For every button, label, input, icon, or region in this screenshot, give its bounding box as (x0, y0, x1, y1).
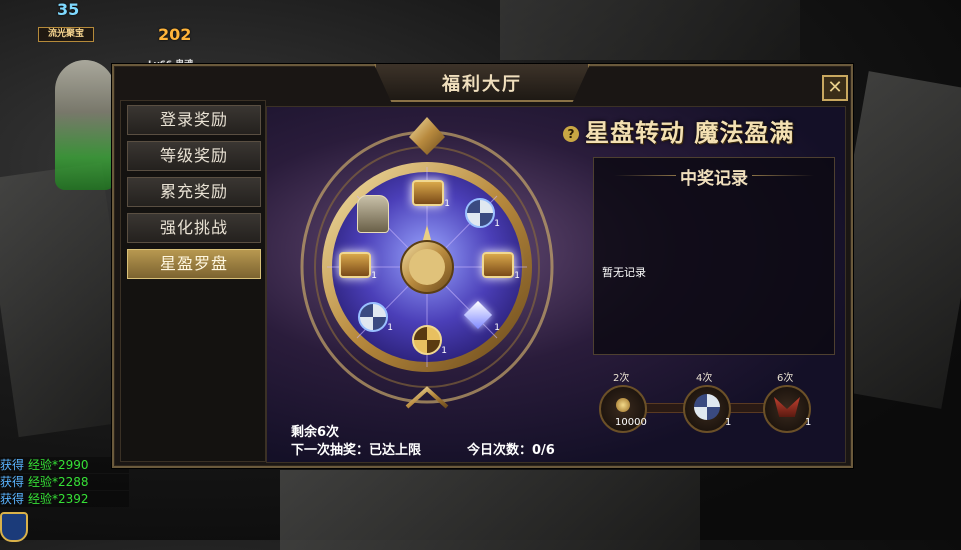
shuriken-icon (465, 198, 495, 228)
chat-line: 获得 经验*2288 (0, 474, 129, 490)
player-character[interactable] (55, 60, 115, 190)
chat-text: 经验*2990 (28, 458, 89, 472)
panel-title: 福利大厅 (442, 74, 522, 95)
wings-icon (774, 397, 800, 417)
sidebar-item-star-compass[interactable]: 星盈罗盘 (127, 249, 261, 279)
treasure-chest-icon (482, 252, 514, 278)
wheel-slot[interactable]: 1 (482, 247, 520, 281)
panel-titlebar: 福利大厅 (374, 64, 590, 102)
milestone-reward-3[interactable] (763, 385, 811, 433)
background-rock (280, 470, 700, 550)
milestone-label: 2次 (613, 373, 630, 384)
sidebar-item-enhance-challenge[interactable]: 强化挑战 (127, 213, 261, 243)
close-button[interactable]: ✕ (822, 75, 848, 101)
slogan-title: 星盘转动 魔法盈满 (585, 118, 795, 147)
hud-level-number: 35 (57, 0, 80, 19)
help-icon[interactable]: ? (563, 126, 579, 142)
coin-icon (616, 398, 630, 412)
guild-tag: 流光聚宝 (38, 27, 94, 42)
sidebar-item-level-reward[interactable]: 等级奖励 (127, 141, 261, 171)
slot-count: 1 (514, 271, 520, 281)
sidebar-item-login-reward[interactable]: 登录奖励 (127, 105, 261, 135)
shuriken-icon (358, 302, 388, 332)
today-draw-count: 今日次数：0/6 (467, 443, 555, 458)
wheel-slot[interactable]: 1 (412, 175, 450, 209)
compass-wheel-graphic (300, 117, 554, 409)
milestone-label: 4次 (696, 373, 713, 384)
background-rock (500, 0, 800, 60)
win-record-empty: 暂无记录 (602, 266, 646, 279)
slot-count: 1 (387, 323, 393, 333)
chat-text: 经验*2288 (28, 475, 89, 489)
next-draw-status: 下一次抽奖：已达上限 (291, 443, 422, 458)
treasure-chest-icon (412, 180, 444, 206)
wheel-slot[interactable] (355, 193, 391, 233)
slot-count: 1 (494, 323, 500, 333)
shuriken-icon (412, 325, 442, 355)
milestone-count: 10000 (615, 417, 647, 428)
milestone-rewards: 2次 10000 4次 1 6次 1 (597, 365, 837, 445)
star-compass-content: ? 星盘转动 魔法盈满 1 1 1 1 1 1 1 中奖记录 暂无记录 2次 1… (266, 106, 846, 463)
milestone-label: 6次 (777, 373, 794, 384)
slot-count: 1 (441, 346, 447, 356)
win-record-box: 中奖记录 暂无记录 (593, 157, 835, 355)
milestone-count: 1 (725, 417, 732, 428)
armor-icon (357, 195, 389, 233)
milestone-reward-2[interactable] (683, 385, 731, 433)
win-record-title: 中奖记录 (680, 169, 748, 189)
chat-line: 获得 经验*2392 (0, 491, 129, 507)
chat-prefix: 获得 (0, 492, 25, 506)
sidebar-menu: 登录奖励 等级奖励 累充奖励 强化挑战 星盈罗盘 (120, 100, 266, 462)
chat-prefix: 获得 (0, 475, 25, 489)
chat-text: 经验*2392 (28, 492, 89, 506)
slot-count: 1 (371, 271, 377, 281)
wheel-slot[interactable]: 1 (339, 247, 377, 281)
slot-count: 1 (444, 199, 450, 209)
treasure-chest-icon (339, 252, 371, 278)
shield-icon[interactable] (0, 512, 28, 542)
milestone-count: 1 (805, 417, 812, 428)
chat-prefix: 获得 (0, 458, 25, 472)
welfare-hall-panel: 福利大厅 ✕ 登录奖励 等级奖励 累充奖励 强化挑战 星盈罗盘 ? 星盘转动 魔… (112, 64, 853, 468)
sidebar-item-recharge-reward[interactable]: 累充奖励 (127, 177, 261, 207)
wheel-slot[interactable]: 1 (355, 299, 393, 333)
damage-number: 202 (158, 25, 192, 44)
chat-line: 获得 经验*2990 (0, 457, 129, 473)
compass-wheel: 1 1 1 1 1 1 1 (297, 107, 557, 417)
wheel-slot[interactable]: 1 (409, 322, 447, 356)
remaining-draws: 剩余6次 (291, 425, 340, 440)
divider (752, 175, 814, 176)
wheel-slot[interactable]: 1 (462, 195, 500, 229)
shuriken-icon (694, 394, 720, 420)
crystal-icon (463, 300, 493, 330)
slot-count: 1 (494, 219, 500, 229)
wheel-slot[interactable]: 1 (462, 299, 500, 333)
